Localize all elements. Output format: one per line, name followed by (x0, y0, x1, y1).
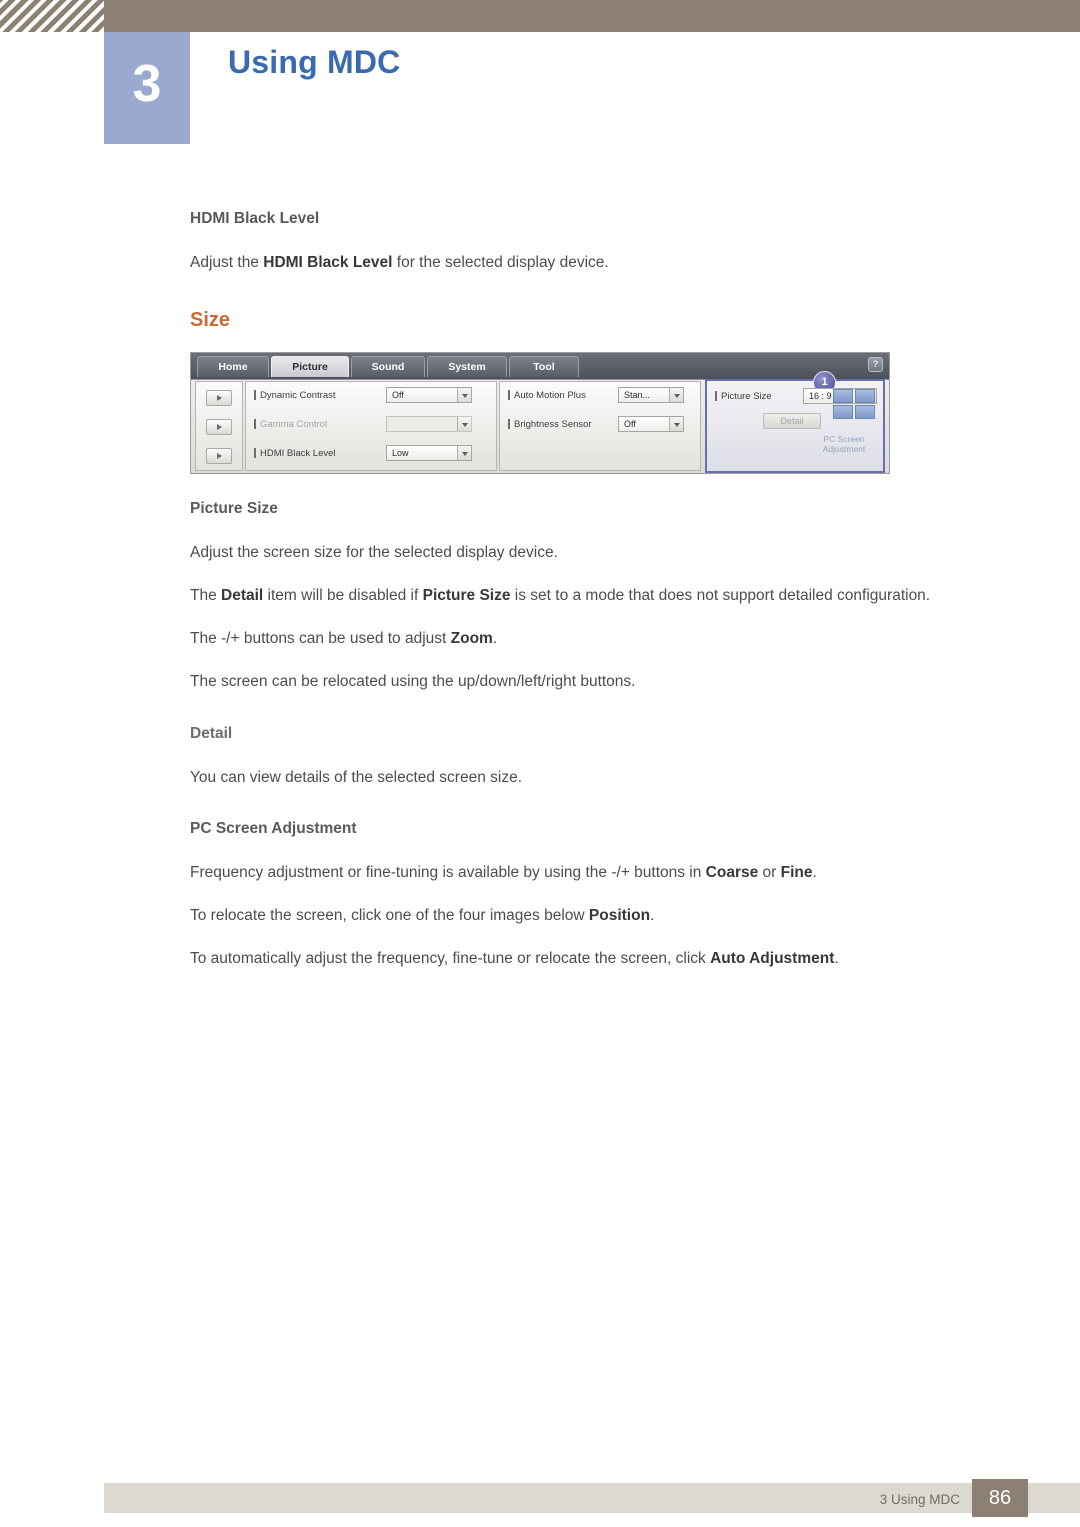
label-brightness-sensor: Brightness Sensor (508, 419, 592, 431)
detail-button[interactable]: Detail (763, 413, 821, 430)
mdc-arrow-button-column (195, 381, 243, 472)
tab-system[interactable]: System (427, 356, 507, 378)
zoom-paragraph: The -/+ buttons can be used to adjust Zo… (190, 626, 950, 651)
text-fragment: To relocate the screen, click one of the… (190, 906, 589, 924)
mdc-picture-size-panel: 1 Picture Size 16 : 9 Detail PC Screen A… (705, 371, 885, 474)
combo-value-auto-motion-plus: Stan... (624, 390, 651, 401)
mdc-picture-tab-screenshot: Home Picture Sound System Tool ? Dynamic… (190, 352, 890, 475)
position-grid-icon[interactable] (833, 389, 875, 420)
combo-brightness-sensor[interactable]: Off (618, 416, 684, 433)
text-fragment: for the selected display device. (392, 254, 609, 271)
text-bold: Coarse (705, 863, 759, 881)
combo-gamma-control (386, 416, 472, 433)
combo-hdmi-black-level[interactable]: Low (386, 445, 472, 462)
footer-chapter-label: 3 Using MDC (879, 1492, 960, 1507)
auto-adjustment-paragraph: To automatically adjust the frequency, f… (190, 946, 950, 971)
chevron-down-icon[interactable] (457, 388, 471, 403)
page-content: HDMI Black Level Adjust the HDMI Black L… (190, 210, 950, 989)
mdc-settings-column-2: Auto Motion Plus Stan... Brightness Sens… (499, 381, 701, 472)
chevron-down-icon[interactable] (669, 388, 683, 403)
combo-value-brightness-sensor: Off (624, 419, 636, 430)
text-fragment: The -/+ buttons can be used to adjust (190, 630, 451, 648)
text-bold: Fine (780, 863, 813, 881)
position-cell-bottom-right[interactable] (855, 405, 875, 420)
text-bold: Zoom (450, 630, 493, 648)
expand-arrow-button-1[interactable] (206, 390, 232, 407)
size-section-title: Size (190, 309, 231, 332)
text-fragment: Adjust the (190, 254, 264, 271)
pc-screen-adjustment-line-2: Adjustment (822, 444, 866, 455)
text-fragment: . (492, 630, 498, 648)
expand-arrow-button-3[interactable] (206, 448, 232, 465)
hdmi-black-level-heading: HDMI Black Level (190, 210, 320, 227)
detail-disabled-paragraph: The Detail item will be disabled if Pict… (190, 583, 950, 608)
text-bold: Detail (221, 587, 264, 605)
text-fragment: is set to a mode that does not support d… (510, 587, 931, 605)
label-gamma-control: Gamma Control (253, 419, 328, 431)
text-bold: Auto Adjustment (710, 949, 835, 967)
expand-arrow-button-2[interactable] (206, 419, 232, 436)
chevron-down-icon[interactable] (669, 417, 683, 432)
text-fragment: Frequency adjustment or fine-tuning is a… (190, 863, 706, 881)
position-cell-top-right[interactable] (855, 389, 875, 404)
pc-screen-adjustment-heading: PC Screen Adjustment (190, 819, 357, 837)
pc-screen-adjustment-line-1: PC Screen (823, 433, 865, 444)
label-auto-motion-plus: Auto Motion Plus (508, 390, 586, 402)
mdc-tab-bar: Home Picture Sound System Tool ? (191, 353, 889, 381)
page-number: 86 (972, 1479, 1028, 1517)
text-fragment: . (650, 906, 655, 924)
mdc-settings-column-1: Dynamic Contrast Off Gamma Control HDMI … (245, 381, 497, 472)
page-header: 3 Using MDC (0, 0, 1080, 150)
tab-sound[interactable]: Sound (351, 356, 425, 378)
chevron-down-icon[interactable] (457, 446, 471, 461)
text-fragment: . (834, 949, 839, 967)
hdmi-black-level-paragraph: Adjust the HDMI Black Level for the sele… (190, 250, 950, 275)
text-fragment: or (758, 863, 781, 881)
combo-value-hdmi-black-level: Low (392, 448, 409, 459)
chevron-down-icon (457, 417, 471, 432)
relocate-paragraph: The screen can be relocated using the up… (190, 673, 636, 691)
chapter-number-badge: 3 (104, 32, 190, 144)
page-footer: 3 Using MDC 86 (0, 1475, 1080, 1527)
text-fragment: The (190, 587, 222, 605)
pc-screen-adjustment-label: PC Screen Adjustment (813, 434, 875, 455)
detail-heading: Detail (190, 724, 233, 742)
help-icon[interactable]: ? (868, 357, 883, 373)
text-fragment: To automatically adjust the frequency, f… (190, 949, 711, 967)
combo-value-dynamic-contrast: Off (392, 390, 404, 401)
text-bold: HDMI Black Level (263, 254, 393, 271)
combo-dynamic-contrast[interactable]: Off (386, 387, 472, 404)
detail-paragraph: You can view details of the selected scr… (190, 768, 523, 786)
label-picture-size: Picture Size (715, 391, 772, 403)
text-fragment: . (812, 863, 817, 881)
frequency-paragraph: Frequency adjustment or fine-tuning is a… (190, 860, 950, 885)
header-bar (0, 0, 1080, 32)
picture-size-paragraph: Adjust the screen size for the selected … (190, 544, 558, 562)
tab-picture[interactable]: Picture (271, 356, 349, 378)
combo-auto-motion-plus[interactable]: Stan... (618, 387, 684, 404)
label-hdmi-black-level: HDMI Black Level (254, 448, 336, 460)
label-dynamic-contrast: Dynamic Contrast (254, 390, 336, 402)
page-title: Using MDC (228, 44, 401, 80)
tab-tool[interactable]: Tool (509, 356, 579, 378)
position-cell-bottom-left[interactable] (833, 405, 853, 420)
combo-value-picture-size: 16 : 9 (809, 391, 832, 402)
tab-home[interactable]: Home (197, 356, 269, 378)
position-cell-top-left[interactable] (833, 389, 853, 404)
position-paragraph: To relocate the screen, click one of the… (190, 903, 950, 928)
picture-size-heading: Picture Size (190, 500, 278, 518)
text-bold: Picture Size (422, 587, 511, 605)
header-hatch-decoration (0, 0, 104, 32)
text-bold: Position (588, 906, 651, 924)
text-fragment: item will be disabled if (263, 587, 423, 605)
